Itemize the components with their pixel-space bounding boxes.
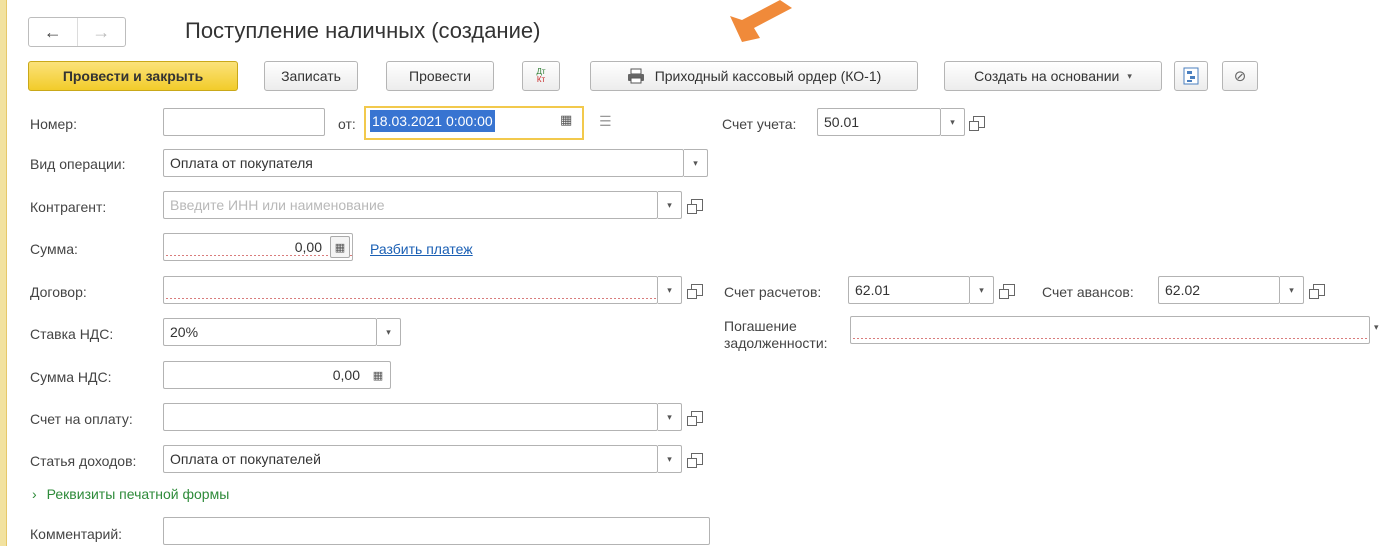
structure-icon	[1183, 67, 1199, 85]
annotation-arrow-icon	[730, 0, 792, 42]
op-type-dropdown-icon[interactable]: ▾	[684, 149, 708, 177]
settlement-account-field[interactable]: 62.01	[848, 276, 970, 304]
chevron-down-icon: ▾	[1127, 70, 1132, 81]
chevron-right-icon: ›	[32, 486, 37, 502]
create-based-on-label: Создать на основании	[974, 68, 1120, 84]
print-details-label: Реквизиты печатной формы	[46, 486, 230, 502]
forward-button[interactable]: →	[76, 18, 126, 46]
account-label: Счет учета:	[722, 116, 797, 132]
structure-button[interactable]	[1174, 61, 1208, 91]
counterparty-dropdown-icon[interactable]: ▾	[658, 191, 682, 219]
debt-repayment-dropdown-icon[interactable]: ▾	[1374, 322, 1379, 333]
left-accent-line	[6, 0, 7, 546]
vat-rate-field[interactable]: 20%	[163, 318, 377, 346]
advance-account-field[interactable]: 62.02	[1158, 276, 1280, 304]
contract-dropdown-icon[interactable]: ▾	[658, 276, 682, 304]
contract-field[interactable]	[163, 276, 658, 304]
number-label: Номер:	[30, 116, 77, 132]
post-and-close-button[interactable]: Провести и закрыть	[28, 61, 238, 91]
settlement-account-label: Счет расчетов:	[724, 284, 822, 300]
counterparty-placeholder: Введите ИНН или наименование	[170, 197, 385, 213]
income-item-label: Статья доходов:	[30, 453, 137, 469]
account-open-button[interactable]	[968, 108, 990, 136]
advance-account-dropdown-icon[interactable]: ▾	[1280, 276, 1304, 304]
account-dropdown-icon[interactable]: ▾	[941, 108, 965, 136]
vat-sum-field[interactable]: 0,00	[163, 361, 391, 389]
op-type-field[interactable]: Оплата от покупателя	[163, 149, 684, 177]
print-details-section[interactable]: › Реквизиты печатной формы	[32, 486, 229, 502]
invoice-open-button[interactable]	[686, 403, 708, 431]
invoice-dropdown-icon[interactable]: ▾	[658, 403, 682, 431]
settlement-account-open-button[interactable]	[998, 276, 1020, 304]
counterparty-label: Контрагент:	[30, 199, 107, 215]
debt-repayment-field[interactable]	[850, 316, 1370, 344]
kt-label: Кт	[536, 75, 546, 84]
comment-label: Комментарий:	[30, 526, 123, 542]
comment-field[interactable]	[163, 517, 710, 545]
post-button[interactable]: Провести	[386, 61, 494, 91]
nav-group: ← →	[28, 17, 126, 47]
sum-field[interactable]: 0,00	[163, 233, 353, 261]
paperclip-icon: ⊘	[1233, 68, 1247, 85]
save-button[interactable]: Записать	[264, 61, 358, 91]
attach-button[interactable]: ⊘	[1222, 61, 1258, 91]
vat-rate-dropdown-icon[interactable]: ▾	[377, 318, 401, 346]
open-icon	[687, 411, 703, 426]
create-based-on-button[interactable]: Создать на основании ▾	[944, 61, 1162, 91]
printer-icon	[627, 68, 644, 84]
list-icon[interactable]: ☰	[599, 113, 612, 130]
income-item-field[interactable]: Оплата от покупателей	[163, 445, 658, 473]
date-value: 18.03.2021 0:00:00	[370, 110, 495, 132]
number-field[interactable]	[163, 108, 325, 136]
contract-open-button[interactable]	[686, 276, 708, 304]
income-item-dropdown-icon[interactable]: ▾	[658, 445, 682, 473]
income-item-open-button[interactable]	[686, 445, 708, 473]
debt-repayment-label-line2: задолженности:	[724, 335, 828, 351]
advance-account-label: Счет авансов:	[1042, 284, 1134, 300]
invoice-field[interactable]	[163, 403, 658, 431]
calculator-icon[interactable]: ▦	[330, 236, 350, 258]
debt-repayment-label: Погашение задолженности:	[724, 318, 828, 352]
vat-sum-label: Сумма НДС:	[30, 369, 112, 385]
open-icon	[999, 284, 1015, 299]
calendar-icon[interactable]: ▦	[560, 112, 572, 128]
dt-kt-button[interactable]: Дт Кт	[522, 61, 560, 91]
open-icon	[687, 199, 703, 214]
debt-repayment-label-line1: Погашение	[724, 318, 797, 334]
advance-account-open-button[interactable]	[1308, 276, 1330, 304]
open-icon	[1309, 284, 1325, 299]
counterparty-open-button[interactable]	[686, 191, 708, 219]
invoice-label: Счет на оплату:	[30, 411, 133, 427]
sum-label: Сумма:	[30, 241, 78, 257]
date-from-label: от:	[338, 116, 356, 132]
print-order-button[interactable]: Приходный кассовый ордер (КО-1)	[590, 61, 918, 91]
open-icon	[687, 284, 703, 299]
page-title: Поступление наличных (создание)	[185, 18, 541, 43]
open-icon	[687, 453, 703, 468]
op-type-label: Вид операции:	[30, 156, 126, 172]
back-button[interactable]: ←	[29, 18, 77, 46]
contract-label: Договор:	[30, 284, 87, 300]
open-icon	[969, 116, 985, 131]
date-field[interactable]: 18.03.2021 0:00:00 ▦	[364, 106, 584, 140]
print-order-label: Приходный кассовый ордер (КО-1)	[654, 68, 882, 84]
vat-rate-label: Ставка НДС:	[30, 326, 114, 342]
calculator-icon[interactable]: ▦	[368, 364, 388, 386]
counterparty-field[interactable]: Введите ИНН или наименование	[163, 191, 658, 219]
split-payment-link[interactable]: Разбить платеж	[370, 241, 473, 257]
account-field[interactable]: 50.01	[817, 108, 941, 136]
settlement-account-dropdown-icon[interactable]: ▾	[970, 276, 994, 304]
